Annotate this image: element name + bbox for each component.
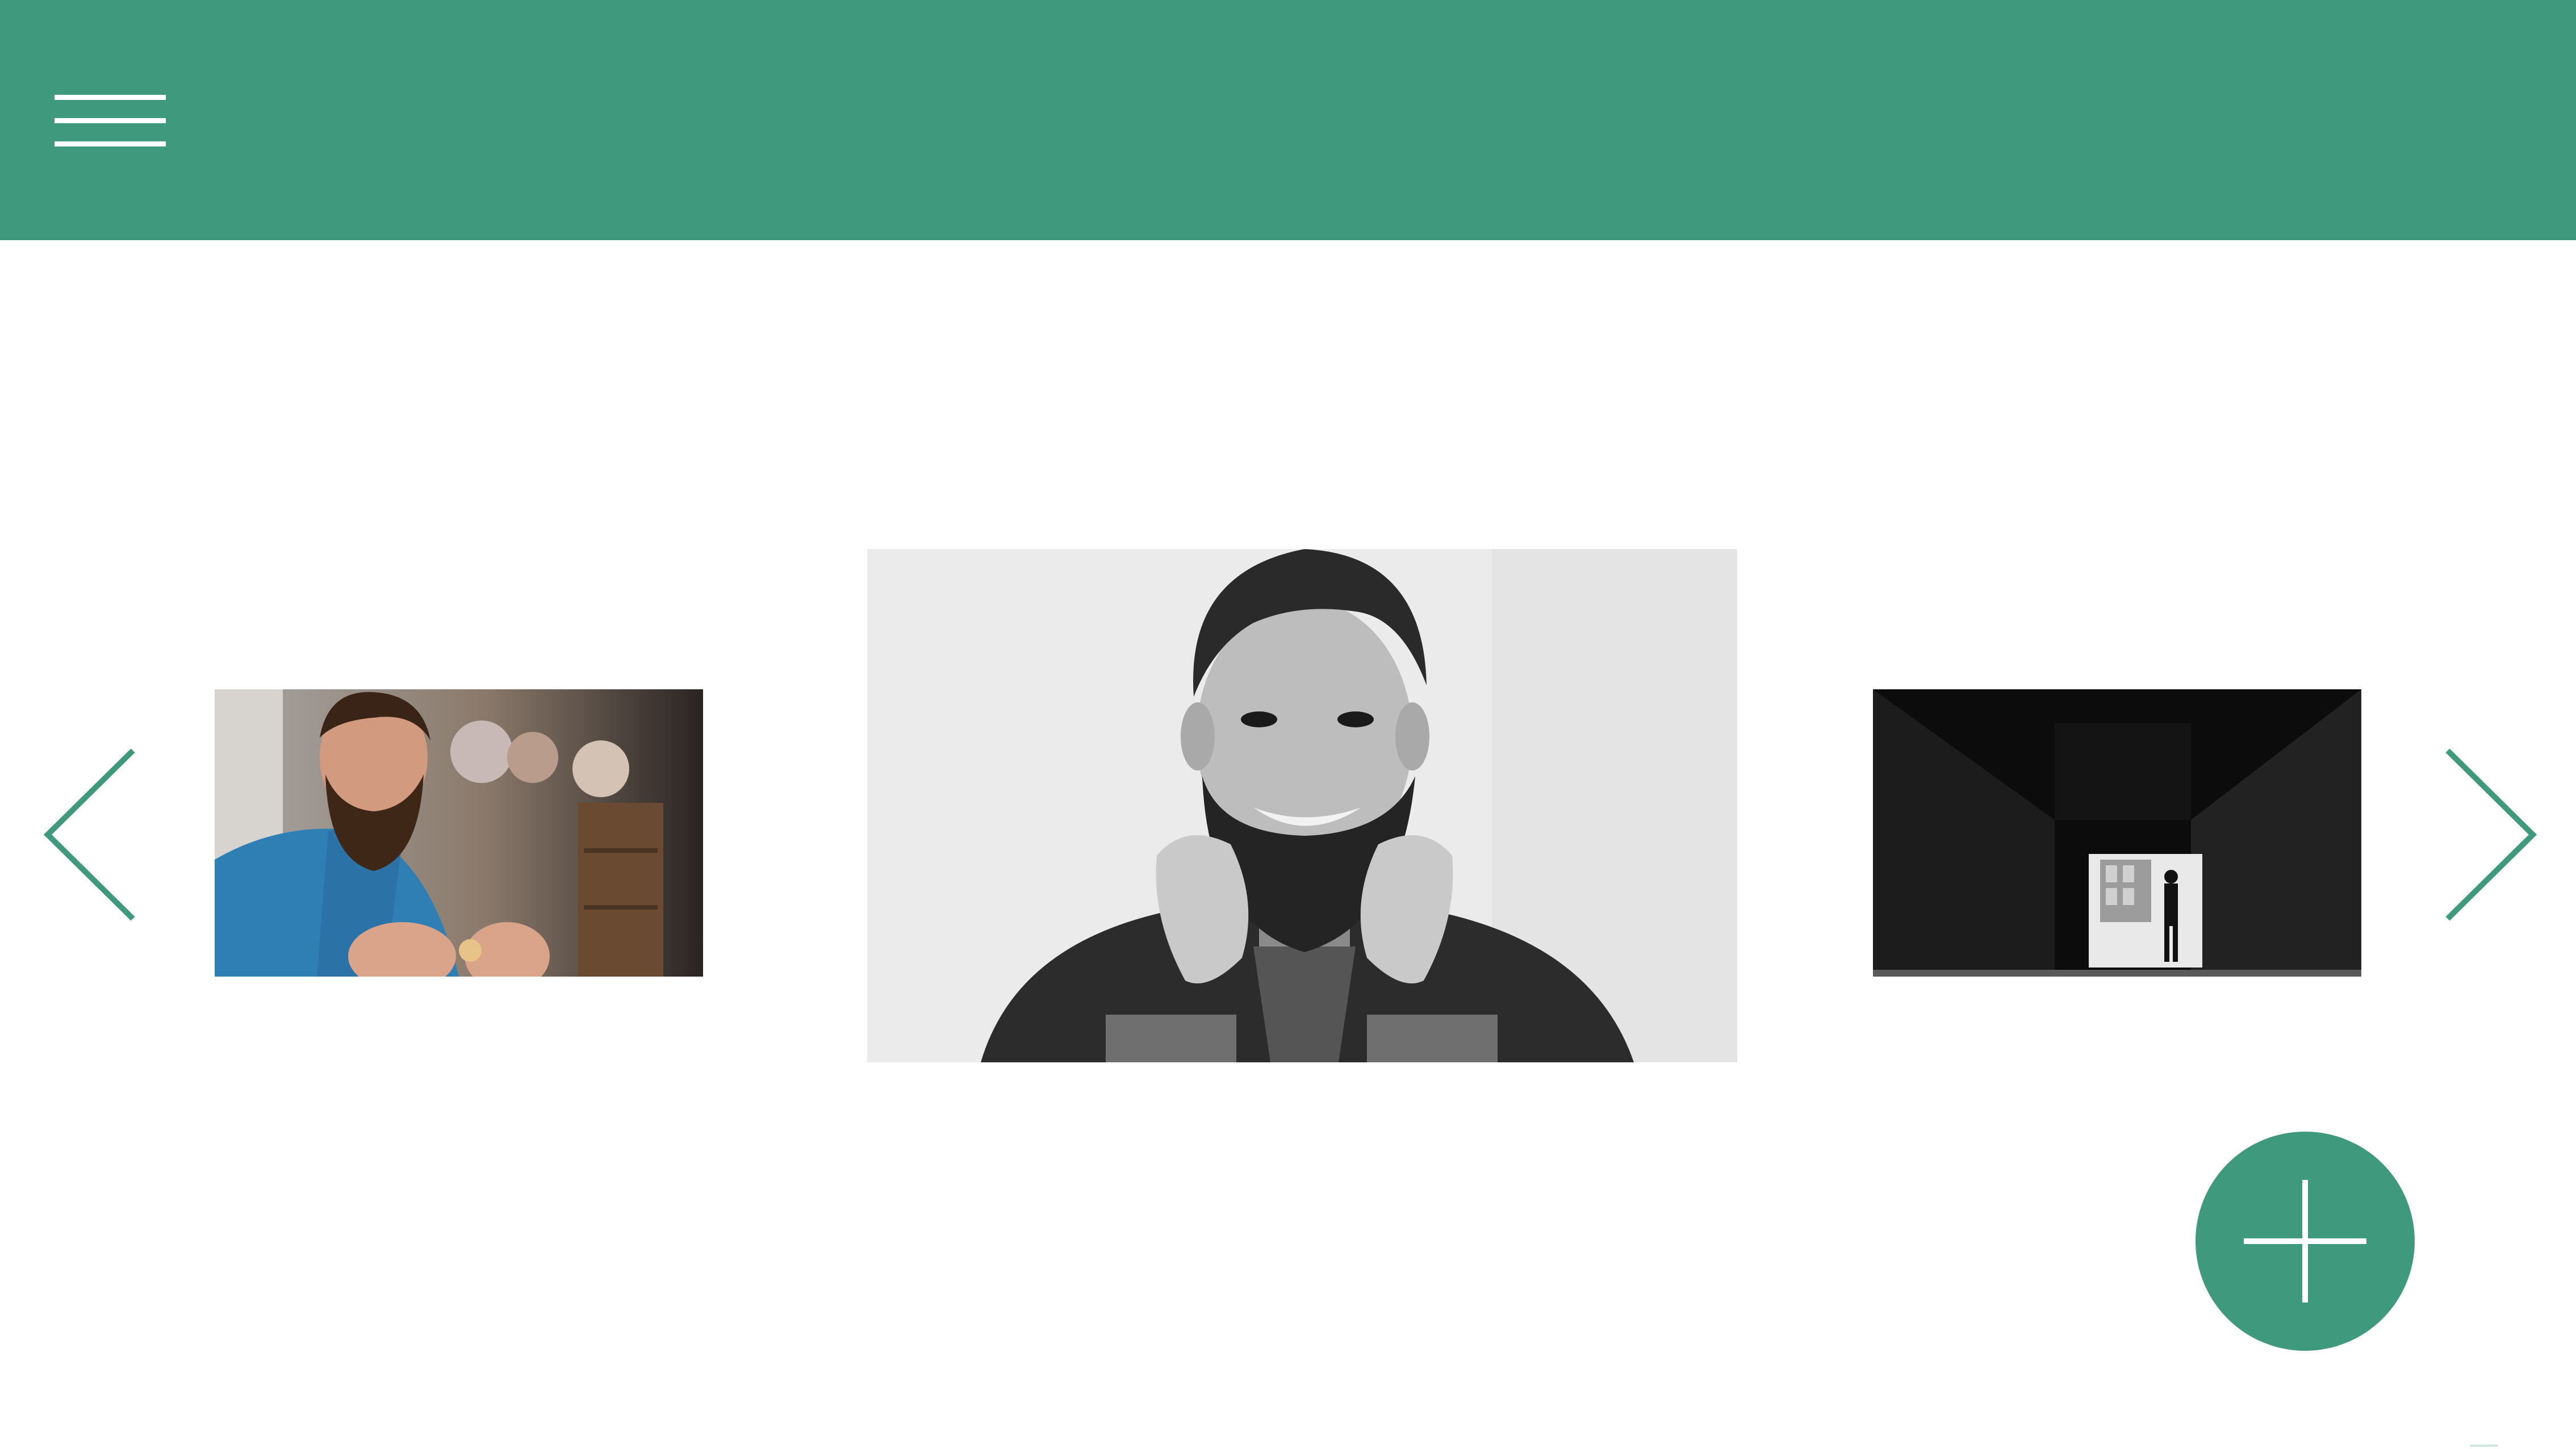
photo-dark-corridor-silhouette[interactable] xyxy=(1873,689,2361,977)
photo-bearded-man-blue-shirt[interactable] xyxy=(215,689,703,977)
chevron-right-icon xyxy=(2445,748,2537,921)
app-header xyxy=(0,0,2576,240)
menu-bar-bottom xyxy=(55,141,166,146)
divider xyxy=(2470,1444,2498,1447)
carousel-next-button[interactable] xyxy=(2436,744,2544,925)
chevron-left-icon xyxy=(43,748,135,921)
carousel-prev-button[interactable] xyxy=(36,744,144,925)
add-button[interactable] xyxy=(2196,1132,2415,1351)
plus-icon-vertical xyxy=(2302,1180,2308,1303)
menu-bar-top xyxy=(55,95,166,100)
photo-smiling-bearded-man-portrait[interactable] xyxy=(867,549,1737,1062)
hamburger-menu-icon[interactable] xyxy=(50,90,169,152)
menu-bar-middle xyxy=(55,118,166,123)
